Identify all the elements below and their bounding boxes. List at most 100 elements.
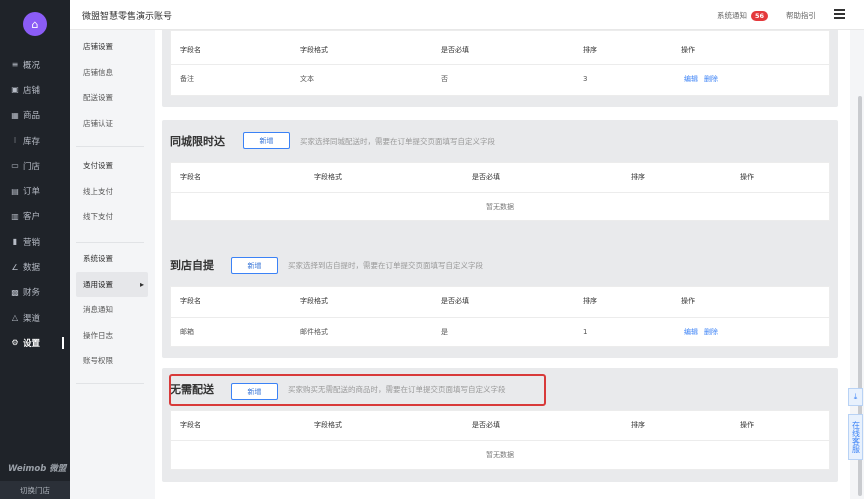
col-action: 操作 (681, 46, 695, 54)
shop-logo-icon[interactable]: ⌂ (23, 12, 47, 36)
fields-table: 字段名 字段格式 是否必填 排序 操作 暂无数据 (170, 162, 830, 221)
col-order: 排序 (583, 46, 597, 54)
subnav-heading: 支付设置 (83, 161, 113, 170)
nav-label: 门店 (23, 161, 41, 172)
col-name: 字段名 (180, 46, 201, 54)
overview-icon: ≡ (11, 60, 19, 70)
nav-item-data[interactable]: ∠ 数据 (0, 254, 70, 279)
col-required: 是否必填 (472, 173, 500, 181)
inventory-icon: ⁝ (13, 136, 17, 146)
settings-subnav: 店铺设置 店铺信息 配送设置 店铺认证 支付设置 线上支付 线下支付 系统设置 … (70, 30, 154, 499)
col-action: 操作 (740, 421, 754, 429)
section-header: 到店自提 新增 买家选择到店自提时，需要在订单提交页面填写自定义字段 (162, 244, 838, 286)
marketing-icon: ▮ (12, 237, 18, 247)
subnav-item-certification[interactable]: 店铺认证 (76, 111, 148, 137)
section-title: 同城限时达 (170, 135, 225, 148)
nav-label: 数据 (23, 263, 41, 274)
table-header: 字段名 字段格式 是否必填 排序 操作 (171, 36, 829, 64)
subnav-item-store-info[interactable]: 店铺信息 (76, 60, 148, 86)
nav-label: 营销 (23, 237, 41, 248)
nav-item-overview[interactable]: ≡ 概况 (0, 52, 70, 77)
section-default: 字段名 字段格式 是否必填 排序 操作 备注 文本 否 3 编辑 删除 (162, 30, 838, 107)
shop-icon: ▭ (11, 161, 19, 171)
channels-icon: △ (11, 313, 19, 323)
subnav-heading: 店铺设置 (83, 42, 113, 51)
nav-label: 概况 (23, 60, 41, 71)
nav-label: 库存 (23, 136, 41, 147)
subnav-item-messages[interactable]: 消息通知 (76, 297, 148, 323)
nav-item-channels[interactable]: △ 渠道 (0, 305, 70, 330)
nav-label: 客户 (23, 212, 41, 223)
delete-link[interactable]: 删除 (704, 75, 718, 83)
subnav-divider (76, 383, 144, 384)
system-notice-link[interactable]: 系统通知 56 (717, 10, 769, 21)
nav-item-settings[interactable]: ⚙ 设置 (0, 330, 70, 355)
col-required: 是否必填 (441, 297, 469, 305)
subnav-item-permissions[interactable]: 账号权限 (76, 348, 148, 374)
subnav-group-system: 系统设置 通用设置 消息通知 操作日志 账号权限 (76, 246, 148, 374)
nav-item-store[interactable]: ▣ 店铺 (0, 77, 70, 102)
help-guide-link[interactable]: 帮助指引 (786, 10, 816, 21)
subnav-item-offline-pay[interactable]: 线下支付 (76, 204, 148, 230)
highlight-box (169, 374, 546, 406)
col-action: 操作 (681, 297, 695, 305)
gear-icon: ⚙ (11, 338, 19, 348)
subnav-heading: 系统设置 (83, 254, 113, 263)
cell-actions: 编辑 删除 (684, 318, 724, 346)
cell-actions: 编辑 删除 (684, 65, 724, 93)
subnav-item-general[interactable]: 通用设置 (76, 271, 148, 298)
hamburger-menu-icon[interactable] (834, 9, 845, 19)
subnav-divider (76, 146, 144, 147)
cell-name: 备注 (180, 75, 194, 83)
fields-table: 字段名 字段格式 是否必填 排序 操作 备注 文本 否 3 编辑 删除 (170, 30, 830, 96)
online-service-label: 在线客服 (851, 421, 861, 453)
col-action: 操作 (740, 173, 754, 181)
fields-table: 字段名 字段格式 是否必填 排序 操作 暂无数据 (170, 410, 830, 470)
orders-icon: ▤ (11, 186, 19, 196)
nav-label: 商品 (23, 111, 41, 122)
nav-item-orders[interactable]: ▤ 订单 (0, 178, 70, 203)
add-field-button[interactable]: 新增 (243, 132, 290, 149)
col-name: 字段名 (180, 173, 201, 181)
col-required: 是否必填 (472, 421, 500, 429)
edit-link[interactable]: 编辑 (684, 328, 698, 336)
subnav-item-delivery[interactable]: 配送设置 (76, 85, 148, 111)
fields-table: 字段名 字段格式 是否必填 排序 操作 邮箱 邮件格式 是 1 编辑 删除 (170, 286, 830, 347)
nav-item-goods[interactable]: ▦ 商品 (0, 103, 70, 128)
online-service-button[interactable]: 在线客服 (848, 414, 863, 460)
section-store-pickup: 到店自提 新增 买家选择到店自提时，需要在订单提交页面填写自定义字段 字段名 字… (162, 244, 838, 358)
main-sidebar: ⌂ ≡ 概况 ▣ 店铺 ▦ 商品 ⁝ 库存 ▭ 门店 ▤ 订单 ▥ 客户 ▮ 营销 ∠ 数据 ▩ 财… (0, 0, 70, 499)
col-name: 字段名 (180, 421, 201, 429)
add-field-button[interactable]: 新增 (231, 257, 278, 274)
subnav-item-logs[interactable]: 操作日志 (76, 323, 148, 349)
brand-logo: Weimob 微盟 (8, 464, 67, 474)
subnav-divider (76, 242, 144, 243)
top-header: 微盟智慧零售演示账号 系统通知 56 帮助指引 (70, 0, 864, 30)
table-header: 字段名 字段格式 是否必填 排序 操作 (171, 287, 829, 315)
delete-link[interactable]: 删除 (704, 328, 718, 336)
empty-state: 暂无数据 (171, 440, 829, 468)
col-name: 字段名 (180, 297, 201, 305)
nav-item-inventory[interactable]: ⁝ 库存 (0, 128, 70, 153)
table-row: 邮箱 邮件格式 是 1 编辑 删除 (171, 317, 829, 345)
switch-store-button[interactable]: 切换门店 (0, 481, 70, 499)
nav-label: 订单 (23, 187, 41, 198)
nav-item-marketing[interactable]: ▮ 营销 (0, 229, 70, 254)
notice-label: 系统通知 (717, 11, 747, 20)
nav-label: 渠道 (23, 313, 41, 324)
finance-icon: ▩ (11, 287, 19, 297)
subnav-item-online-pay[interactable]: 线上支付 (76, 179, 148, 205)
nav-item-finance[interactable]: ▩ 财务 (0, 280, 70, 305)
col-required: 是否必填 (441, 46, 469, 54)
download-icon[interactable]: ⤓ (848, 388, 863, 406)
nav-label: 设置 (23, 338, 41, 349)
edit-link[interactable]: 编辑 (684, 75, 698, 83)
nav-label: 店铺 (23, 85, 41, 96)
goods-icon: ▦ (11, 110, 19, 120)
col-order: 排序 (631, 173, 645, 181)
cell-required: 是 (441, 328, 448, 336)
nav-item-shops[interactable]: ▭ 门店 (0, 153, 70, 178)
subnav-group-store: 店铺设置 店铺信息 配送设置 店铺认证 (76, 34, 148, 136)
nav-item-customers[interactable]: ▥ 客户 (0, 204, 70, 229)
col-order: 排序 (583, 297, 597, 305)
